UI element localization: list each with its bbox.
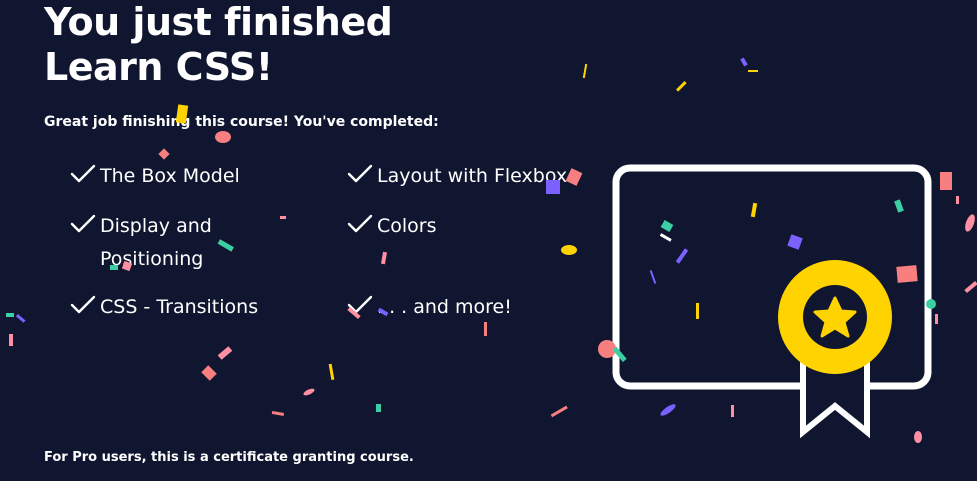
topic-label: Layout with Flexbox <box>377 165 568 187</box>
topic-label: The Box Model <box>100 165 240 187</box>
title-line-1: You just finished <box>44 0 393 44</box>
topic-label: CSS - Transitions <box>100 296 259 318</box>
certificate-note: For Pro users, this is a certificate gra… <box>44 450 414 465</box>
topic-item-and-more: . . . and more! <box>347 291 577 324</box>
topic-label: Display and Positioning <box>100 215 212 270</box>
check-icon <box>347 214 373 233</box>
topic-label: . . . and more! <box>377 296 512 318</box>
topic-item-flexbox: Layout with Flexbox <box>347 160 587 193</box>
topic-item-display-positioning: Display and Positioning <box>70 210 240 276</box>
title-line-2: Learn CSS! <box>44 45 273 89</box>
certificate-icon <box>612 164 932 439</box>
check-icon <box>347 164 373 183</box>
star-badge-icon <box>778 260 892 439</box>
topic-item-colors: Colors <box>347 210 517 243</box>
completion-subtitle: Great job finishing this course! You've … <box>44 114 439 130</box>
topic-item-transitions: CSS - Transitions <box>70 291 300 324</box>
check-icon <box>70 295 96 314</box>
topic-item-box-model: The Box Model <box>70 160 240 193</box>
check-icon <box>70 164 96 183</box>
topic-label: Colors <box>377 215 437 237</box>
check-icon <box>347 295 373 314</box>
completed-topics-list: The Box Model Layout with Flexbox Displa… <box>70 160 590 340</box>
check-icon <box>70 214 96 233</box>
page-title: You just finished Learn CSS! <box>44 0 393 90</box>
